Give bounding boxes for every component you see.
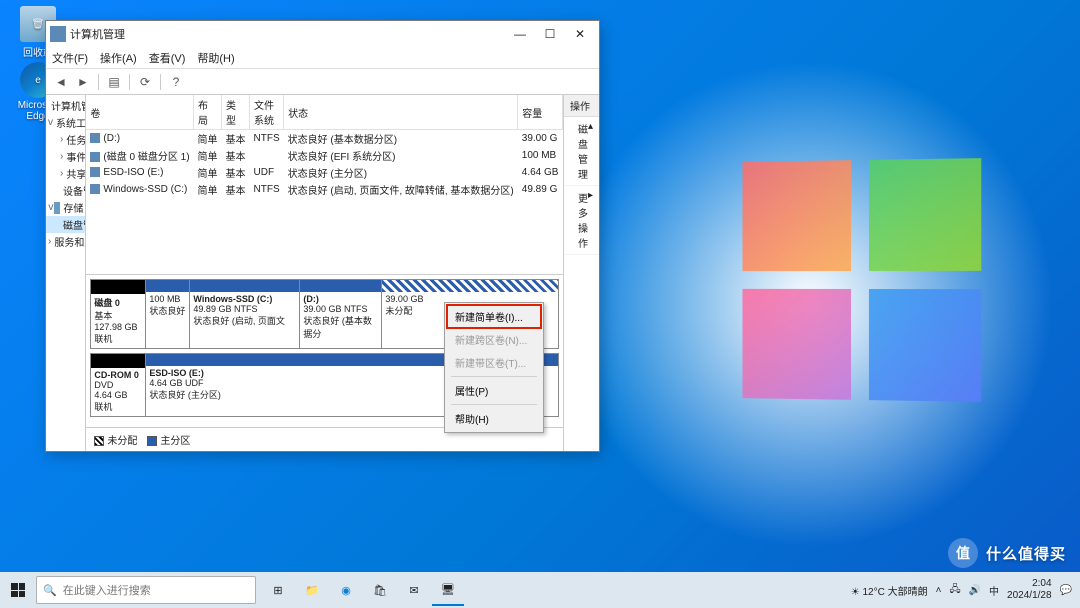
- volume-row[interactable]: (D:)简单基本NTFS状态良好 (基本数据分区)39.00 G: [86, 130, 562, 148]
- volume-row[interactable]: (磁盘 0 磁盘分区 1)简单基本状态良好 (EFI 系统分区)100 MB: [86, 147, 562, 164]
- minimize-button[interactable]: —: [505, 23, 535, 45]
- volume-row[interactable]: Windows-SSD (C:)简单基本NTFS状态良好 (启动, 页面文件, …: [86, 181, 562, 198]
- col-volume[interactable]: 卷: [86, 95, 193, 130]
- actions-pane: 操作 磁盘管理▴ 更多操作▸: [564, 95, 599, 451]
- toolbar-explorer-icon[interactable]: ▤: [105, 73, 123, 91]
- task-view-icon[interactable]: ⊞: [262, 574, 294, 606]
- toolbar-help-icon[interactable]: ?: [167, 73, 185, 91]
- taskbar-app-compmgmt[interactable]: 🖥: [432, 574, 464, 606]
- tray-volume-icon[interactable]: 🔊: [969, 585, 981, 596]
- tree-shared-folders[interactable]: ›共享文件夹: [46, 165, 85, 182]
- chevron-up-icon: ▴: [588, 121, 593, 181]
- ctx-new-spanned-volume: 新建跨区卷(N)...: [447, 328, 541, 351]
- actions-disk-mgmt[interactable]: 磁盘管理▴: [564, 117, 599, 186]
- ctx-new-striped-volume: 新建带区卷(T)...: [447, 351, 541, 374]
- toolbar-forward-icon[interactable]: ►: [74, 73, 92, 91]
- tree-disk-management[interactable]: 磁盘管理: [46, 216, 85, 233]
- maximize-button[interactable]: ☐: [535, 23, 565, 45]
- tree-device-manager[interactable]: 设备管理器: [46, 182, 85, 199]
- ctx-help[interactable]: 帮助(H): [447, 407, 541, 430]
- col-layout[interactable]: 布局: [194, 95, 222, 130]
- context-menu: 新建简单卷(I)... 新建跨区卷(N)... 新建带区卷(T)... 属性(P…: [444, 302, 544, 433]
- app-icon: [50, 26, 66, 42]
- volume-row[interactable]: ESD-ISO (E:)简单基本UDF状态良好 (主分区)4.64 GB: [86, 164, 562, 181]
- tree-event-viewer[interactable]: ›事件查看器: [46, 148, 85, 165]
- taskbar: 🔍 在此键入进行搜索 ⊞ 📁 ◉ 🛍 ✉ 🖥 ☀ 12°C 大部晴朗 ˄ 🖧 🔊…: [0, 572, 1080, 608]
- watermark-text: 什么值得买: [986, 543, 1066, 564]
- disk0-partition-c[interactable]: Windows-SSD (C:)49.89 GB NTFS状态良好 (启动, 页…: [190, 280, 300, 348]
- volume-list: 卷 布局 类型 文件系统 状态 容量 (D:)简单基本NTFS状态良好 (基本数…: [86, 95, 563, 275]
- col-capacity[interactable]: 容量: [518, 95, 563, 130]
- disk-0-header[interactable]: 磁盘 0 基本 127.98 GB 联机: [91, 280, 146, 348]
- col-status[interactable]: 状态: [284, 95, 518, 130]
- tree-storage[interactable]: v存储: [46, 199, 85, 216]
- actions-header: 操作: [564, 95, 599, 117]
- watermark: 值 什么值得买: [948, 538, 1066, 568]
- tree-system-tools[interactable]: v系统工具: [46, 114, 85, 131]
- windows-logo-wallpaper: [742, 158, 981, 402]
- taskbar-app-store[interactable]: 🛍: [364, 574, 396, 606]
- tree-root[interactable]: 计算机管理(本地): [46, 97, 85, 114]
- menu-view[interactable]: 查看(V): [149, 50, 186, 66]
- menu-action[interactable]: 操作(A): [100, 50, 137, 66]
- taskbar-search[interactable]: 🔍 在此键入进行搜索: [36, 576, 256, 604]
- close-button[interactable]: ✕: [565, 23, 595, 45]
- tray-ime[interactable]: 中: [989, 583, 999, 598]
- tree-services-apps[interactable]: ›服务和应用程序: [46, 233, 85, 250]
- taskbar-app-edge[interactable]: ◉: [330, 574, 362, 606]
- nav-tree: 计算机管理(本地) v系统工具 ›任务计划程序 ›事件查看器 ›共享文件夹 设备…: [46, 95, 86, 451]
- chevron-right-icon: ▸: [588, 190, 593, 250]
- col-fs[interactable]: 文件系统: [250, 95, 284, 130]
- titlebar[interactable]: 计算机管理 — ☐ ✕: [46, 21, 599, 47]
- ctx-new-simple-volume[interactable]: 新建简单卷(I)...: [447, 305, 541, 328]
- tray-network-icon[interactable]: 🖧: [949, 582, 960, 599]
- tray-chevron-icon[interactable]: ˄: [936, 585, 942, 596]
- menu-file[interactable]: 文件(F): [52, 50, 88, 66]
- window-title: 计算机管理: [70, 26, 505, 42]
- ctx-properties[interactable]: 属性(P): [447, 379, 541, 402]
- toolbar-refresh-icon[interactable]: ⟳: [136, 73, 154, 91]
- taskbar-app-explorer[interactable]: 📁: [296, 574, 328, 606]
- cdrom-0-header[interactable]: CD-ROM 0 DVD 4.64 GB 联机: [91, 354, 146, 416]
- toolbar: ◄ ► ▤ ⟳ ?: [46, 69, 599, 95]
- search-placeholder: 在此键入进行搜索: [63, 582, 151, 598]
- tray-notifications-icon[interactable]: 💬: [1060, 585, 1072, 596]
- actions-more[interactable]: 更多操作▸: [564, 186, 599, 255]
- watermark-icon: 值: [948, 538, 978, 568]
- menu-bar: 文件(F) 操作(A) 查看(V) 帮助(H): [46, 47, 599, 69]
- start-button[interactable]: [0, 572, 36, 608]
- disk0-partition-d[interactable]: (D:)39.00 GB NTFS状态良好 (基本数据分: [300, 280, 382, 348]
- taskbar-app-mail[interactable]: ✉: [398, 574, 430, 606]
- taskbar-clock[interactable]: 2:04 2024/1/28: [1007, 578, 1052, 602]
- disk0-partition-efi[interactable]: 100 MB状态良好: [146, 280, 190, 348]
- weather-widget[interactable]: ☀ 12°C 大部晴朗: [851, 583, 928, 598]
- menu-help[interactable]: 帮助(H): [197, 50, 234, 66]
- search-icon: 🔍: [43, 584, 57, 597]
- col-type[interactable]: 类型: [222, 95, 250, 130]
- tree-task-scheduler[interactable]: ›任务计划程序: [46, 131, 85, 148]
- toolbar-back-icon[interactable]: ◄: [52, 73, 70, 91]
